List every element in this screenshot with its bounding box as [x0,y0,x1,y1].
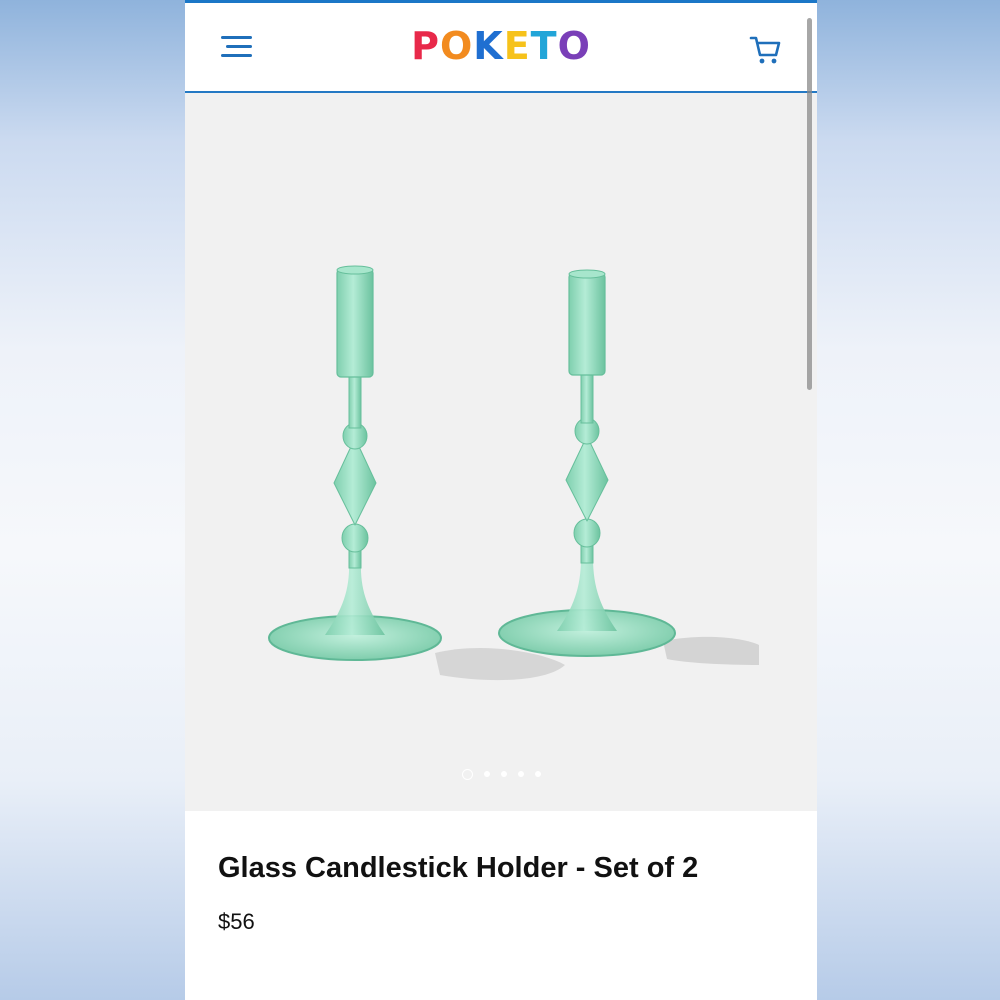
logo-letter: T [530,24,558,68]
glass-candlestick-holders-image [185,93,817,811]
product-image-gallery[interactable] [185,93,817,811]
carousel-dot-2[interactable] [483,771,490,777]
logo-letter: E [503,24,531,68]
product-info: Glass Candlestick Holder - Set of 2 $56 [185,811,817,1000]
logo-letter: O [439,24,474,68]
cart-button[interactable] [748,32,784,68]
carousel-dot-4[interactable] [517,771,524,777]
logo-letter: O [557,24,591,68]
shopping-cart-icon [749,36,781,64]
product-price: $56 [218,909,255,934]
mobile-viewport: POKETO Glass Candlestick Holder - Set of… [185,0,817,1000]
carousel-dot-3[interactable] [500,771,507,777]
product-title: Glass Candlestick Holder - Set of 2 [218,852,699,884]
poketo-logo[interactable]: POKETO [185,24,817,68]
logo-letter: K [473,24,504,68]
carousel-dot-1[interactable] [461,768,473,780]
logo-letter: P [411,24,440,68]
carousel-dot-5[interactable] [534,771,541,777]
scrollbar-thumb[interactable] [807,18,812,390]
carousel-pagination [185,767,817,781]
site-header: POKETO [185,3,817,93]
